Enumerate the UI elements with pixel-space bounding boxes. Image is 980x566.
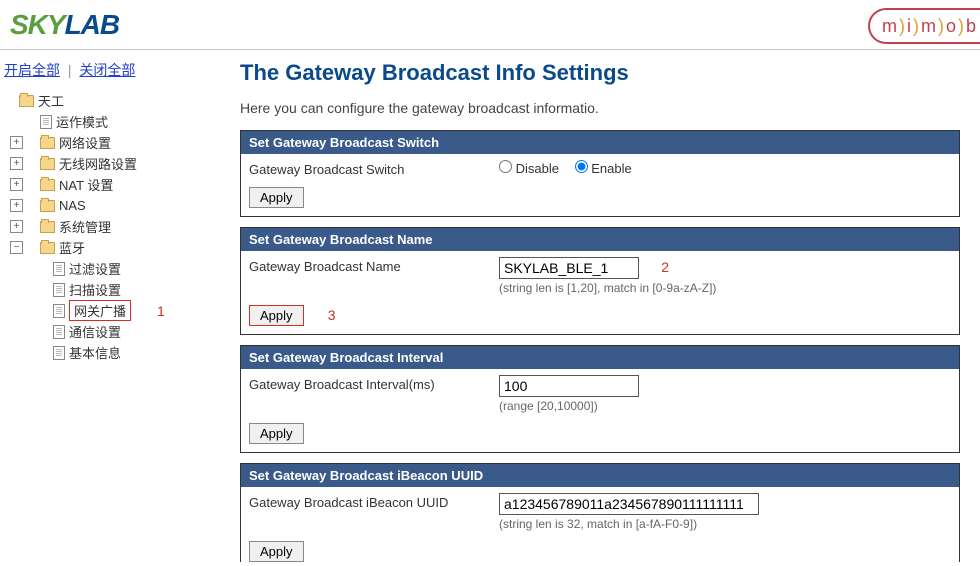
tree-item-comm[interactable]: 通信设置 bbox=[38, 321, 206, 342]
section-broadcast-switch: Set Gateway Broadcast Switch Gateway Bro… bbox=[240, 130, 960, 217]
open-all-link[interactable]: 开启全部 bbox=[4, 62, 60, 78]
folder-icon bbox=[40, 242, 55, 254]
expand-icon[interactable]: + bbox=[10, 220, 23, 233]
annotation-1: 1 bbox=[157, 303, 165, 319]
folder-icon bbox=[40, 221, 55, 233]
apply-button[interactable]: Apply bbox=[249, 541, 304, 562]
apply-button[interactable]: Apply bbox=[249, 187, 304, 208]
close-all-link[interactable]: 关闭全部 bbox=[79, 62, 135, 78]
page-icon bbox=[53, 346, 65, 360]
radio-disable[interactable]: Disable bbox=[499, 161, 559, 176]
tree-item-nas[interactable]: + NAS bbox=[10, 195, 206, 216]
page-description: Here you can configure the gateway broad… bbox=[240, 100, 960, 116]
expand-icon[interactable]: + bbox=[10, 136, 23, 149]
annotation-2: 2 bbox=[661, 259, 669, 275]
annotation-3: 3 bbox=[328, 307, 336, 323]
tree-item-broadcast[interactable]: 网关广播 1 bbox=[38, 300, 206, 321]
broadcast-interval-input[interactable] bbox=[499, 375, 639, 397]
sidebar: 开启全部 | 关闭全部 天工 运作模式 + 网络设置 + 无线网路设 bbox=[0, 50, 210, 566]
tree-item-info[interactable]: 基本信息 bbox=[38, 342, 206, 363]
page-icon bbox=[53, 304, 65, 318]
tree-item-system[interactable]: + 系统管理 bbox=[10, 216, 206, 237]
page-icon bbox=[53, 325, 65, 339]
folder-icon bbox=[40, 158, 55, 170]
field-label: Gateway Broadcast iBeacon UUID bbox=[249, 493, 499, 510]
broadcast-name-input[interactable] bbox=[499, 257, 639, 279]
section-ibeacon-uuid: Set Gateway Broadcast iBeacon UUID Gatew… bbox=[240, 463, 960, 562]
field-hint: (string len is [1,20], match in [0-9a-zA… bbox=[499, 281, 951, 295]
field-label: Gateway Broadcast Name bbox=[249, 257, 499, 274]
expand-icon[interactable]: + bbox=[10, 157, 23, 170]
expand-icon[interactable]: + bbox=[10, 178, 23, 191]
field-label: Gateway Broadcast Switch bbox=[249, 160, 499, 177]
tree-item-bluetooth[interactable]: − 蓝牙 bbox=[10, 237, 206, 258]
section-broadcast-interval: Set Gateway Broadcast Interval Gateway B… bbox=[240, 345, 960, 453]
page-icon bbox=[40, 115, 52, 129]
section-broadcast-name: Set Gateway Broadcast Name Gateway Broad… bbox=[240, 227, 960, 335]
tree-item-scan[interactable]: 扫描设置 bbox=[38, 279, 206, 300]
apply-button[interactable]: Apply bbox=[249, 423, 304, 444]
tree-toggle-links: 开启全部 | 关闭全部 bbox=[4, 56, 206, 90]
section-header: Set Gateway Broadcast Switch bbox=[241, 131, 959, 154]
tree-item-filter[interactable]: 过滤设置 bbox=[38, 258, 206, 279]
apply-button[interactable]: Apply bbox=[249, 305, 304, 326]
page-title: The Gateway Broadcast Info Settings bbox=[240, 60, 960, 86]
field-hint: (range [20,10000]) bbox=[499, 399, 951, 413]
section-header: Set Gateway Broadcast iBeacon UUID bbox=[241, 464, 959, 487]
tree-root[interactable]: 天工 bbox=[4, 90, 206, 111]
tree-item-network[interactable]: + 网络设置 bbox=[10, 132, 206, 153]
skylab-logo: SKYLAB bbox=[10, 9, 119, 41]
ibeacon-uuid-input[interactable] bbox=[499, 493, 759, 515]
tree-item-wireless[interactable]: + 无线网路设置 bbox=[10, 153, 206, 174]
folder-icon bbox=[40, 179, 55, 191]
expand-icon[interactable]: + bbox=[10, 199, 23, 212]
tree-item-nat[interactable]: + NAT 设置 bbox=[10, 174, 206, 195]
radio-enable[interactable]: Enable bbox=[575, 161, 632, 176]
header: SKYLAB m) i) m) o) b bbox=[0, 0, 980, 50]
field-label: Gateway Broadcast Interval(ms) bbox=[249, 375, 499, 392]
field-hint: (string len is 32, match in [a-fA-F0-9]) bbox=[499, 517, 951, 531]
mimo-logo: m) i) m) o) b bbox=[868, 8, 980, 44]
section-header: Set Gateway Broadcast Interval bbox=[241, 346, 959, 369]
page-icon bbox=[53, 262, 65, 276]
collapse-icon[interactable]: − bbox=[10, 241, 23, 254]
tree-item-mode[interactable]: 运作模式 bbox=[10, 111, 206, 132]
nav-tree: 天工 运作模式 + 网络设置 + 无线网路设置 + NAT 设置 bbox=[4, 90, 206, 363]
page-icon bbox=[53, 283, 65, 297]
main-content: The Gateway Broadcast Info Settings Here… bbox=[210, 50, 980, 566]
folder-icon bbox=[40, 200, 55, 212]
folder-icon bbox=[19, 95, 34, 107]
folder-icon bbox=[40, 137, 55, 149]
section-header: Set Gateway Broadcast Name bbox=[241, 228, 959, 251]
